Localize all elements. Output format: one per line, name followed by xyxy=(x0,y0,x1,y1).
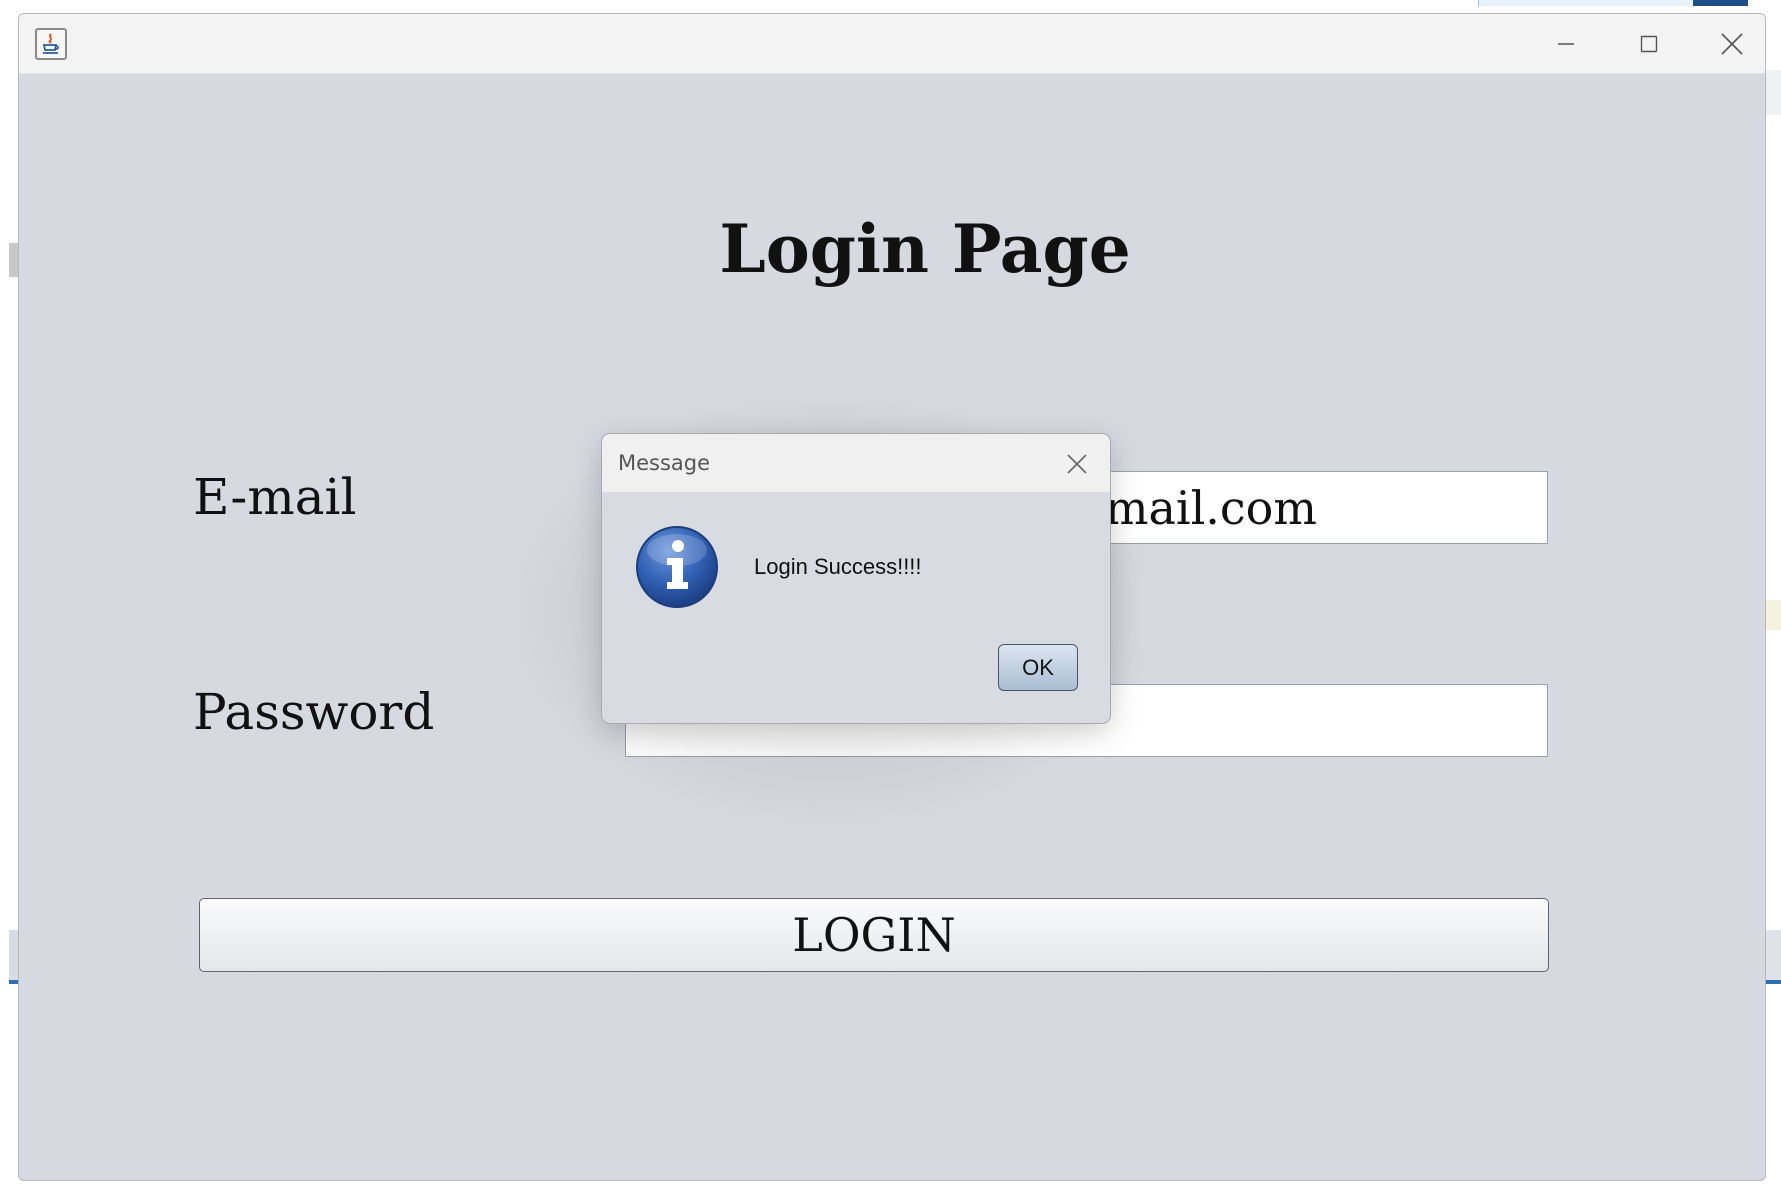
background-window-edge xyxy=(1478,0,1748,6)
email-label: E-mail xyxy=(193,468,357,526)
desktop-edge-mark xyxy=(1766,600,1781,630)
close-button[interactable] xyxy=(1692,14,1765,74)
desktop-edge-mark xyxy=(9,930,18,980)
login-button[interactable]: LOGIN xyxy=(199,898,1549,972)
background-window-edge-dark xyxy=(1693,0,1748,6)
dialog-title: Message xyxy=(618,451,711,475)
minimize-button[interactable] xyxy=(1526,14,1606,74)
desktop-edge-mark xyxy=(9,980,18,984)
close-icon xyxy=(1721,33,1743,55)
info-icon xyxy=(632,522,722,612)
desktop-left-edge xyxy=(0,0,18,1184)
page-title: Login Page xyxy=(719,210,1131,288)
desktop-right-edge xyxy=(1766,0,1781,1184)
dialog-close-button[interactable] xyxy=(1057,444,1097,484)
desktop-edge-mark xyxy=(1766,980,1781,984)
dialog-message: Login Success!!!! xyxy=(754,554,922,579)
desktop-edge-mark xyxy=(1766,70,1781,115)
ok-button-label: OK xyxy=(1022,654,1054,680)
dialog-titlebar[interactable]: Message xyxy=(602,434,1110,492)
ok-button[interactable]: OK xyxy=(998,644,1078,691)
desktop-edge-mark xyxy=(1766,930,1781,980)
close-icon xyxy=(1067,454,1087,474)
java-icon[interactable] xyxy=(35,28,67,60)
window-titlebar[interactable] xyxy=(19,14,1765,74)
maximize-icon xyxy=(1640,35,1658,53)
password-label: Password xyxy=(193,683,435,741)
message-dialog: Message Login Success!!!! OK xyxy=(601,433,1111,724)
minimize-icon xyxy=(1558,43,1574,45)
maximize-button[interactable] xyxy=(1609,14,1689,74)
login-button-label: LOGIN xyxy=(792,908,956,962)
